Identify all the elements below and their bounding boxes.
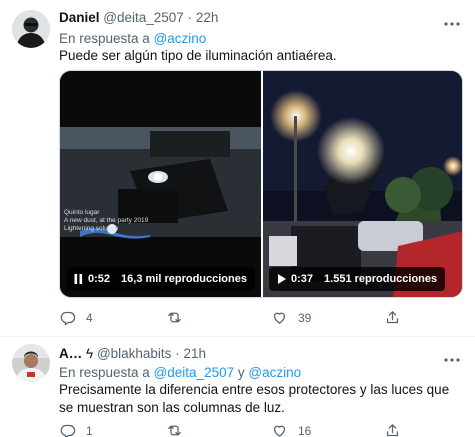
reply-context: En respuesta a @aczino: [59, 30, 206, 47]
video-2-frame: [263, 71, 462, 297]
like-icon[interactable]: [271, 422, 288, 437]
reply-joiner: y: [237, 365, 245, 380]
tweet-actions: 1 16: [59, 422, 463, 437]
reply-count: 4: [86, 310, 93, 325]
tweet-daniel[interactable]: Daniel @deita_2507 · 22h En respuesta a …: [0, 0, 475, 336]
video-1-views: 16,3 mil reproducciones: [121, 273, 247, 285]
avatar[interactable]: [12, 10, 50, 48]
retweet-action[interactable]: [166, 422, 193, 437]
tweet-text: Precisamente la diferencia entre esos pr…: [59, 382, 450, 415]
retweet-action[interactable]: [166, 309, 193, 326]
reply-prefix: En respuesta a: [59, 365, 150, 380]
retweet-icon[interactable]: [166, 422, 183, 437]
timestamp[interactable]: 22h: [196, 10, 219, 25]
video-1[interactable]: Quinto lugar A new dust, at the party 20…: [60, 71, 261, 297]
video-1-caption-line: A new dust, at the party 2019: [64, 217, 149, 224]
reply-count: 1: [86, 423, 93, 437]
tweet-header: Daniel @deita_2507 · 22h: [59, 9, 218, 26]
like-count: 16: [298, 423, 312, 437]
pause-icon[interactable]: [74, 274, 83, 284]
tweet-header: A… ϟ @blakhabits · 21h: [59, 345, 206, 362]
display-name[interactable]: A…: [59, 346, 82, 361]
like-action[interactable]: 16: [271, 422, 311, 437]
share-action[interactable]: [384, 422, 401, 437]
tweet-divider: [0, 336, 475, 337]
reply-mention[interactable]: @deita_2507: [154, 365, 235, 380]
like-icon[interactable]: [271, 309, 288, 326]
video-2-views: 1.551 reproducciones: [324, 273, 438, 285]
video-1-controls[interactable]: 0:52 16,3 mil reproducciones: [66, 267, 255, 291]
reply-action[interactable]: 1: [59, 422, 93, 437]
timestamp[interactable]: 21h: [183, 346, 206, 361]
more-icon[interactable]: [444, 14, 460, 32]
share-icon[interactable]: [384, 309, 401, 326]
tweet-actions: 4 39: [59, 309, 463, 327]
retweet-icon[interactable]: [166, 309, 183, 326]
reply-mention[interactable]: @aczino: [248, 365, 301, 380]
avatar[interactable]: [12, 344, 50, 382]
like-count: 39: [298, 310, 312, 325]
video-1-duration: 0:52: [88, 273, 111, 285]
display-name-symbol: ϟ: [86, 346, 94, 361]
share-icon[interactable]: [384, 422, 401, 437]
video-2[interactable]: 0:37 1.551 reproducciones: [263, 71, 462, 297]
like-action[interactable]: 39: [271, 309, 311, 326]
reply-action[interactable]: 4: [59, 309, 93, 326]
media-grid: Quinto lugar A new dust, at the party 20…: [59, 70, 463, 298]
tweet-text: Puede ser algún tipo de iluminación anti…: [59, 48, 337, 63]
more-icon[interactable]: [444, 350, 460, 368]
reply-icon[interactable]: [59, 422, 76, 437]
user-handle[interactable]: @deita_2507: [103, 10, 184, 25]
video-1-caption: Quinto lugar A new dust, at the party 20…: [64, 209, 148, 233]
display-name[interactable]: Daniel: [59, 10, 100, 25]
reply-context: En respuesta a @deita_2507 y @aczino: [59, 364, 301, 381]
user-handle[interactable]: @blakhabits: [97, 346, 172, 361]
video-1-caption-line: Quinto lugar: [64, 209, 100, 216]
share-action[interactable]: [384, 309, 401, 326]
reply-icon[interactable]: [59, 309, 76, 326]
separator-dot: ·: [175, 346, 180, 361]
separator-dot: ·: [187, 10, 193, 25]
video-2-duration: 0:37: [291, 273, 314, 285]
reply-prefix: En respuesta a: [59, 31, 150, 46]
video-1-caption-line: Lightening solution: [64, 225, 119, 232]
play-icon[interactable]: [277, 274, 286, 284]
video-1-frame: [60, 71, 261, 297]
reply-mention[interactable]: @aczino: [154, 31, 207, 46]
video-2-controls[interactable]: 0:37 1.551 reproducciones: [269, 267, 446, 291]
